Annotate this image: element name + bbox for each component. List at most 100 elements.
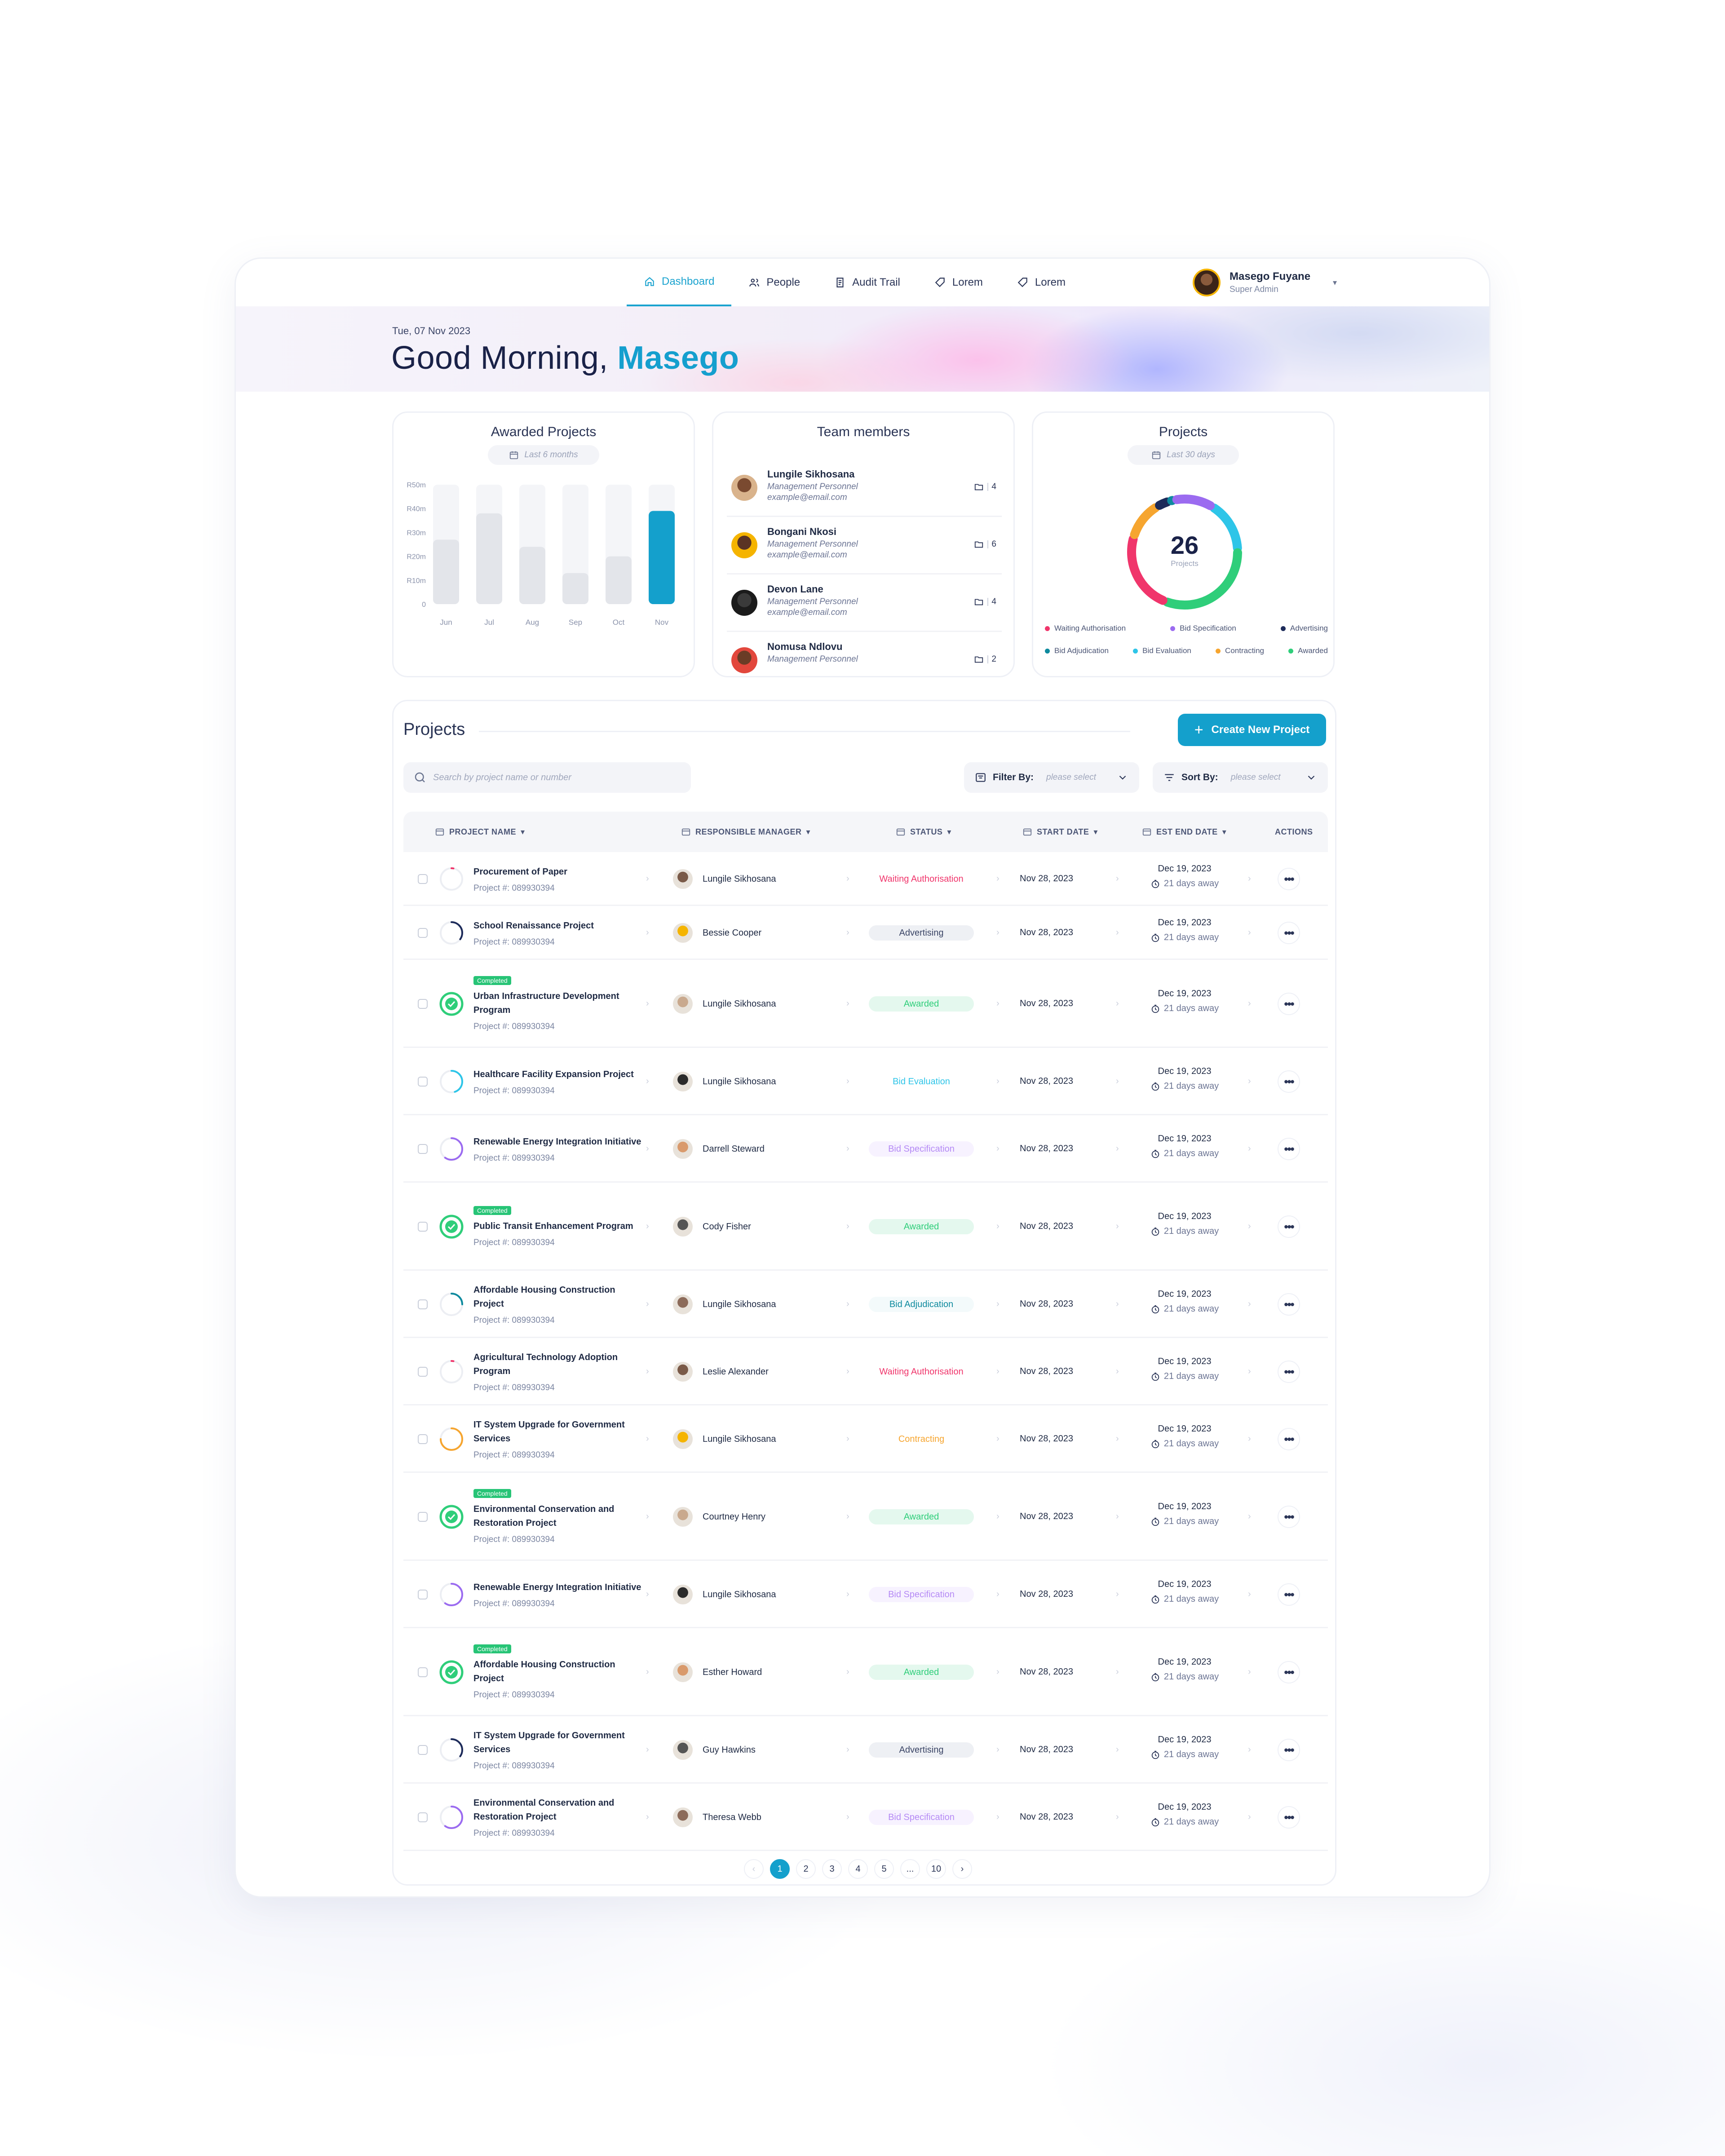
table-row[interactable]: School Renaissance Project Project #: 089… bbox=[403, 906, 1328, 960]
page-button[interactable]: 5 bbox=[874, 1859, 894, 1879]
create-project-button[interactable]: + Create New Project bbox=[1178, 714, 1326, 746]
table-row[interactable]: Completed Affordable Housing Construction… bbox=[403, 1628, 1328, 1716]
row-checkbox[interactable] bbox=[418, 1667, 428, 1677]
sort-caret-icon[interactable]: ▾ bbox=[1093, 827, 1098, 837]
page-button[interactable]: 10 bbox=[926, 1859, 946, 1879]
project-name[interactable]: Renewable Energy Integration Initiative bbox=[473, 1135, 641, 1149]
row-checkbox[interactable] bbox=[418, 1077, 428, 1087]
team-member[interactable]: Nomusa Ndlovu Management Personnel | 2 bbox=[727, 632, 1002, 689]
bar-sep[interactable] bbox=[562, 573, 588, 604]
more-actions-button[interactable]: ••• bbox=[1278, 1215, 1300, 1238]
table-row[interactable]: Environmental Conservation and Restorati… bbox=[403, 1784, 1328, 1851]
sort-caret-icon[interactable]: ▾ bbox=[806, 827, 811, 837]
column-header-responsible-manager[interactable]: RESPONSIBLE MANAGER ▾ bbox=[681, 812, 810, 852]
row-checkbox[interactable] bbox=[418, 1299, 428, 1309]
sort-caret-icon[interactable]: ▾ bbox=[1222, 827, 1227, 837]
table-row[interactable]: Renewable Energy Integration Initiative P… bbox=[403, 1115, 1328, 1183]
page-button[interactable]: 2 bbox=[796, 1859, 816, 1879]
column-header-project-name[interactable]: PROJECT NAME ▾ bbox=[435, 812, 525, 852]
tab-dashboard[interactable]: Dashboard bbox=[627, 259, 732, 306]
project-name[interactable]: Environmental Conservation and Restorati… bbox=[473, 1796, 644, 1824]
bar-nov[interactable] bbox=[649, 511, 675, 604]
table-row[interactable]: Completed Environmental Conservation and … bbox=[403, 1473, 1328, 1561]
folder-icon bbox=[975, 656, 983, 663]
project-name[interactable]: Environmental Conservation and Restorati… bbox=[473, 1502, 644, 1530]
tab-people[interactable]: People bbox=[731, 259, 817, 306]
project-name[interactable]: Renewable Energy Integration Initiative bbox=[473, 1581, 641, 1595]
table-row[interactable]: Procurement of Paper Project #: 089930394… bbox=[403, 852, 1328, 906]
sort-caret-icon[interactable]: ▾ bbox=[521, 827, 525, 837]
more-actions-button[interactable]: ••• bbox=[1278, 1428, 1300, 1450]
date-range-pill[interactable]: Last 6 months bbox=[488, 445, 599, 465]
table-row[interactable]: Affordable Housing Construction Project P… bbox=[403, 1271, 1328, 1338]
project-name[interactable]: IT System Upgrade for Government Service… bbox=[473, 1418, 644, 1446]
more-actions-button[interactable]: ••• bbox=[1278, 1361, 1300, 1383]
project-name[interactable]: Urban Infrastructure Development Program bbox=[473, 990, 644, 1017]
chevron-down-icon[interactable]: ▾ bbox=[1333, 278, 1337, 287]
column-header-est-end-date[interactable]: EST END DATE ▾ bbox=[1142, 812, 1226, 852]
more-actions-button[interactable]: ••• bbox=[1278, 922, 1300, 944]
table-row[interactable]: IT System Upgrade for Government Service… bbox=[403, 1405, 1328, 1473]
more-actions-button[interactable]: ••• bbox=[1278, 1806, 1300, 1829]
table-row[interactable]: Healthcare Facility Expansion Project Pro… bbox=[403, 1048, 1328, 1115]
tab-lorem[interactable]: Lorem bbox=[917, 259, 1000, 306]
row-checkbox[interactable] bbox=[418, 999, 428, 1009]
sort-caret-icon[interactable]: ▾ bbox=[947, 827, 951, 837]
date-range-pill[interactable]: Last 30 days bbox=[1128, 445, 1239, 465]
page-button[interactable]: 3 bbox=[822, 1859, 842, 1879]
page-button[interactable]: 1 bbox=[770, 1859, 790, 1879]
prev-page-button[interactable]: ‹ bbox=[744, 1859, 764, 1879]
project-name[interactable]: Affordable Housing Construction Project bbox=[473, 1658, 644, 1686]
team-member[interactable]: Lungile Sikhosana Management Personnel exa… bbox=[727, 459, 1002, 517]
next-page-button[interactable]: › bbox=[952, 1859, 972, 1879]
team-member[interactable]: Devon Lane Management Personnel example@em… bbox=[727, 574, 1002, 632]
page-button[interactable]: 4 bbox=[848, 1859, 868, 1879]
donut-slice-advertising[interactable] bbox=[1155, 497, 1172, 510]
row-checkbox[interactable] bbox=[418, 1367, 428, 1377]
table-row[interactable]: IT System Upgrade for Government Service… bbox=[403, 1716, 1328, 1784]
row-checkbox[interactable] bbox=[418, 928, 428, 938]
column-header-start-date[interactable]: START DATE ▾ bbox=[1022, 812, 1098, 852]
row-checkbox[interactable] bbox=[418, 1590, 428, 1599]
row-checkbox[interactable] bbox=[418, 1812, 428, 1822]
row-checkbox[interactable] bbox=[418, 1434, 428, 1444]
bar-oct[interactable] bbox=[606, 556, 632, 604]
more-actions-button[interactable]: ••• bbox=[1278, 1293, 1300, 1316]
more-actions-button[interactable]: ••• bbox=[1278, 1661, 1300, 1683]
filter-select[interactable]: Filter By: please select bbox=[964, 762, 1139, 793]
sort-select[interactable]: Sort By: please select bbox=[1153, 762, 1328, 793]
row-checkbox[interactable] bbox=[418, 1144, 428, 1154]
row-checkbox[interactable] bbox=[418, 1222, 428, 1232]
table-row[interactable]: Completed Urban Infrastructure Developmen… bbox=[403, 960, 1328, 1048]
bar-jun[interactable] bbox=[433, 539, 459, 604]
project-name[interactable]: School Renaissance Project bbox=[473, 919, 594, 933]
project-name[interactable]: Healthcare Facility Expansion Project bbox=[473, 1068, 634, 1082]
more-actions-button[interactable]: ••• bbox=[1278, 1070, 1300, 1093]
user-menu[interactable]: Masego Fuyane Super Admin ▾ bbox=[1193, 269, 1337, 296]
search-input[interactable]: Search by project name or number bbox=[403, 762, 691, 793]
more-actions-button[interactable]: ••• bbox=[1278, 1506, 1300, 1528]
row-checkbox[interactable] bbox=[418, 874, 428, 884]
table-row[interactable]: Completed Public Transit Enhancement Prog… bbox=[403, 1183, 1328, 1271]
donut-slice-bid-specification[interactable] bbox=[1172, 495, 1215, 510]
more-actions-button[interactable]: ••• bbox=[1278, 1739, 1300, 1761]
tab-audit-trail[interactable]: Audit Trail bbox=[817, 259, 917, 306]
tab-lorem[interactable]: Lorem bbox=[1000, 259, 1083, 306]
table-row[interactable]: Renewable Energy Integration Initiative P… bbox=[403, 1561, 1328, 1628]
more-actions-button[interactable]: ••• bbox=[1278, 868, 1300, 890]
project-name[interactable]: Public Transit Enhancement Program bbox=[473, 1219, 633, 1233]
bar-jul[interactable] bbox=[476, 513, 502, 604]
bar-aug[interactable] bbox=[519, 547, 545, 604]
more-actions-button[interactable]: ••• bbox=[1278, 1583, 1300, 1606]
more-actions-button[interactable]: ••• bbox=[1278, 993, 1300, 1015]
project-name[interactable]: Procurement of Paper bbox=[473, 865, 567, 879]
project-name[interactable]: IT System Upgrade for Government Service… bbox=[473, 1729, 644, 1757]
table-row[interactable]: Agricultural Technology Adoption Program… bbox=[403, 1338, 1328, 1405]
project-name[interactable]: Affordable Housing Construction Project bbox=[473, 1283, 644, 1311]
team-member[interactable]: Bongani Nkosi Management Personnel example… bbox=[727, 517, 1002, 574]
more-actions-button[interactable]: ••• bbox=[1278, 1138, 1300, 1160]
project-name[interactable]: Agricultural Technology Adoption Program bbox=[473, 1351, 644, 1378]
row-checkbox[interactable] bbox=[418, 1745, 428, 1755]
row-checkbox[interactable] bbox=[418, 1512, 428, 1522]
column-header-status[interactable]: STATUS ▾ bbox=[896, 812, 951, 852]
